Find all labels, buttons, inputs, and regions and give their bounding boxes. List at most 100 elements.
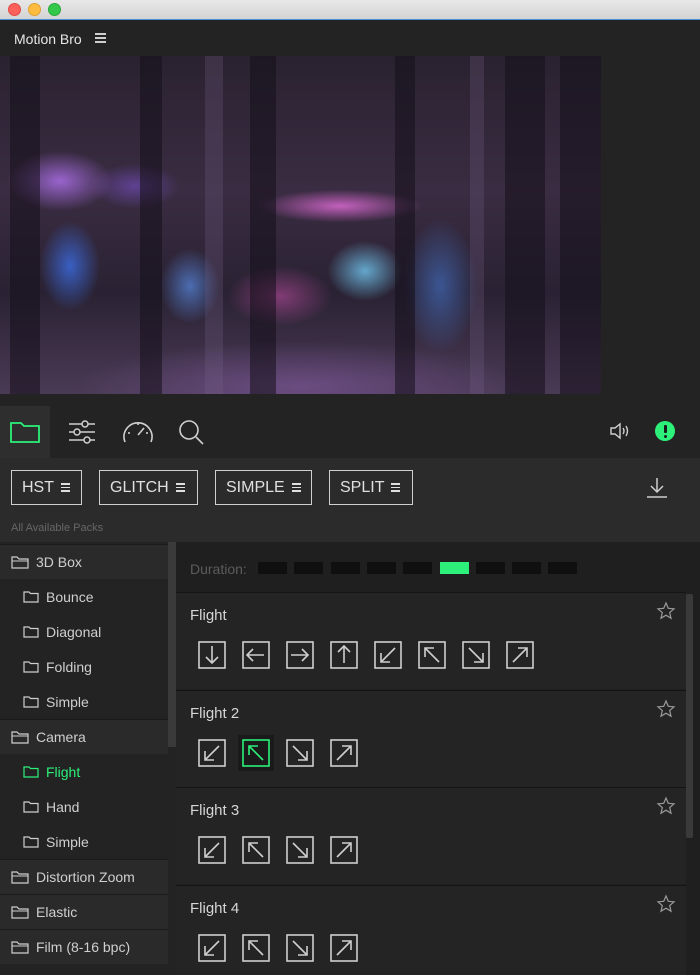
arrow-down-right-icon[interactable]	[286, 836, 314, 864]
arrow-up-left-icon[interactable]	[418, 641, 446, 669]
folder-icon	[10, 422, 40, 443]
arrow-right-icon[interactable]	[286, 641, 314, 669]
sidebar-item-label: Hand	[46, 798, 80, 815]
sidebar-item[interactable]: Hand	[0, 789, 168, 824]
duration-segment[interactable]	[475, 562, 505, 574]
arrow-up-right-icon[interactable]	[506, 641, 534, 669]
pack-tab-split[interactable]: SPLIT	[329, 470, 413, 505]
arrow-up-left-icon[interactable]	[238, 734, 274, 771]
sidebar-scrollbar[interactable]	[168, 542, 176, 747]
arrow-down-left-icon[interactable]	[198, 836, 226, 864]
video-preview	[0, 56, 601, 394]
speaker-icon[interactable]	[608, 420, 634, 442]
download-icon[interactable]	[644, 475, 670, 501]
arrow-up-right-icon[interactable]	[330, 738, 358, 767]
duration-segment[interactable]	[258, 562, 287, 574]
main-toolbar	[0, 406, 700, 458]
duration-segment[interactable]	[366, 562, 396, 574]
preset-group: Flight	[176, 592, 686, 689]
sidebar-item-label: Distortion Zoom	[36, 869, 135, 885]
preset-group-title: Flight 4	[190, 899, 240, 917]
favorite-star-icon[interactable]	[656, 796, 676, 816]
duration-label: Duration:	[190, 561, 247, 577]
folder-icon	[11, 941, 29, 954]
favorite-star-icon[interactable]	[656, 893, 676, 914]
duration-segment[interactable]	[403, 562, 433, 574]
folder-tool-button[interactable]	[0, 406, 50, 458]
arrow-down-right-icon[interactable]	[286, 933, 314, 962]
arrow-down-right-icon[interactable]	[462, 641, 490, 669]
zoom-window-button[interactable]	[48, 3, 61, 16]
adjust-tool-button[interactable]	[56, 406, 106, 458]
pack-menu-icon	[391, 481, 401, 494]
sidebar-item[interactable]: 3D Box	[0, 544, 168, 579]
alert-icon[interactable]	[655, 421, 675, 441]
menu-icon[interactable]	[95, 33, 106, 43]
pack-tab-hst[interactable]: HST	[11, 470, 82, 505]
sidebar-item[interactable]: Distortion Zoom	[0, 859, 168, 894]
folder-icon	[23, 661, 39, 673]
arrow-up-right-icon[interactable]	[330, 933, 358, 962]
search-tool-button[interactable]	[166, 406, 216, 458]
arrow-up-right-icon[interactable]	[330, 836, 358, 864]
folder-icon	[23, 696, 39, 708]
app-title: Motion Bro	[14, 31, 82, 47]
sidebar-item-label: Camera	[36, 729, 86, 745]
arrow-left-icon[interactable]	[242, 641, 270, 669]
sidebar-item-label: Flight	[46, 763, 81, 780]
folder-icon	[11, 871, 29, 884]
favorite-star-icon[interactable]	[656, 601, 676, 621]
sidebar-item[interactable]: Simple	[0, 824, 168, 859]
app-header: Motion Bro	[0, 21, 700, 56]
duration-segment[interactable]	[294, 562, 324, 574]
duration-segment[interactable]	[548, 562, 578, 574]
arrow-up-left-icon[interactable]	[242, 836, 270, 864]
folder-icon	[23, 801, 39, 813]
favorite-star-icon[interactable]	[656, 698, 676, 719]
sidebar-item[interactable]: Flight	[0, 754, 168, 789]
sidebar-item-label: Bounce	[46, 588, 94, 605]
preset-scrollbar[interactable]	[686, 594, 693, 838]
sidebar-item[interactable]: Folding	[0, 649, 168, 684]
sidebar-item[interactable]: Diagonal	[0, 614, 168, 649]
arrow-down-left-icon[interactable]	[198, 933, 226, 962]
arrow-down-left-icon[interactable]	[374, 641, 402, 669]
minimize-window-button[interactable]	[28, 3, 41, 16]
pack-tab-simple[interactable]: SIMPLE	[215, 470, 312, 505]
preset-group: Flight 2	[176, 689, 686, 787]
speedometer-icon	[123, 422, 153, 443]
pack-menu-icon	[175, 481, 185, 494]
arrow-down-right-icon[interactable]	[286, 738, 314, 767]
pack-menu-icon	[291, 481, 301, 494]
sidebar-item-label: Folding	[46, 658, 92, 675]
arrow-down-icon[interactable]	[198, 641, 226, 669]
pack-tab-glitch[interactable]: GLITCH	[99, 470, 198, 505]
category-sidebar: 3D Box Bounce Diagonal Folding Simple Camera F…	[0, 542, 176, 975]
all-packs-label: All Available Packs	[11, 522, 104, 534]
sidebar-item[interactable]: Camera	[0, 719, 168, 754]
sidebar-item[interactable]: Elastic	[0, 894, 168, 929]
sliders-icon	[69, 420, 95, 444]
duration-segment[interactable]	[330, 562, 360, 574]
preset-group-title: Flight 3	[190, 802, 240, 819]
folder-icon	[11, 906, 29, 919]
pack-menu-icon	[61, 481, 70, 494]
duration-segment[interactable]	[439, 562, 469, 574]
arrow-down-left-icon[interactable]	[198, 738, 226, 767]
speed-tool-button[interactable]	[112, 406, 162, 458]
sidebar-item-label: 3D Box	[36, 554, 82, 570]
sidebar-item[interactable]: Film (8-16 bpc)	[0, 929, 168, 964]
folder-icon	[23, 766, 39, 778]
folder-icon	[11, 556, 29, 569]
sidebar-item-label: Simple	[46, 693, 89, 710]
sidebar-item[interactable]: Bounce	[0, 579, 168, 614]
preset-group: Flight 3	[176, 787, 686, 884]
arrow-up-icon[interactable]	[330, 641, 358, 669]
sidebar-item-label: Film (8-16 bpc)	[36, 939, 131, 955]
search-icon	[179, 420, 204, 445]
duration-segment[interactable]	[512, 562, 542, 574]
arrow-up-left-icon[interactable]	[242, 933, 270, 962]
sidebar-item[interactable]: Simple	[0, 684, 168, 719]
close-window-button[interactable]	[8, 3, 21, 16]
preset-group-title: Flight 2	[190, 704, 240, 722]
